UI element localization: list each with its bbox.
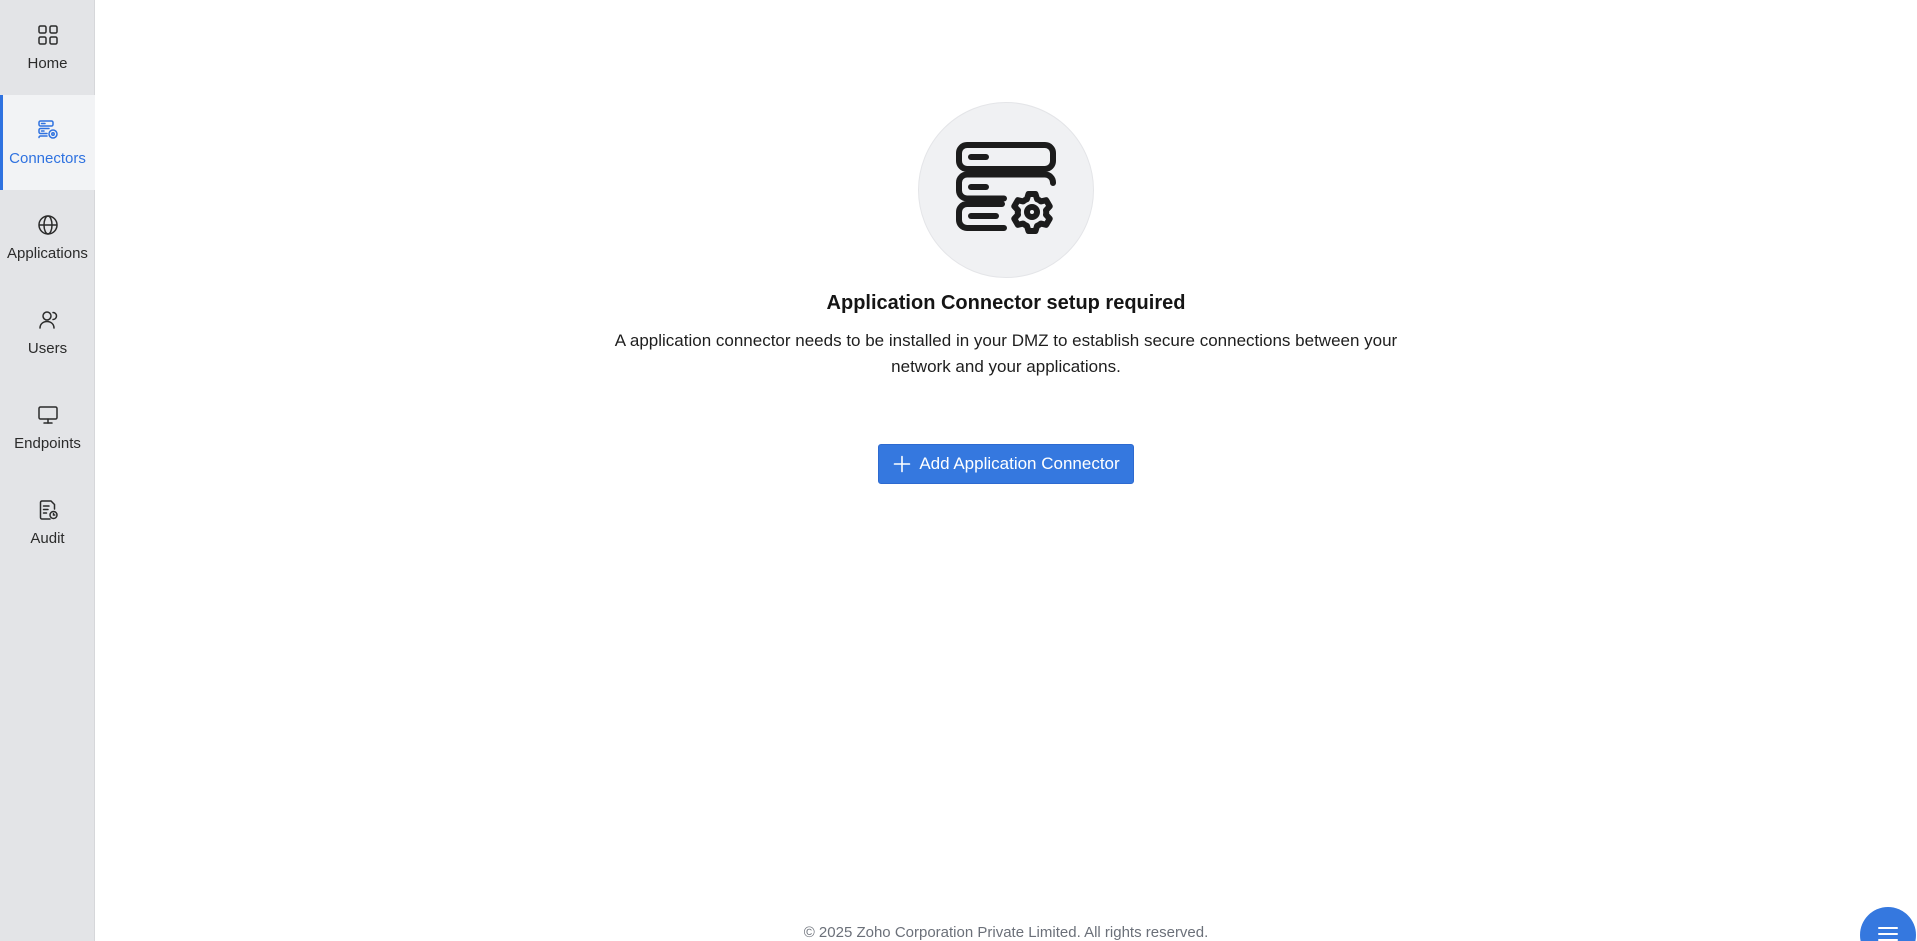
hero-illustration — [918, 102, 1094, 278]
sidebar-item-label: Endpoints — [14, 434, 81, 452]
monitor-icon — [36, 403, 60, 427]
empty-state: Application Connector setup required A a… — [95, 102, 1917, 484]
sidebar-item-users[interactable]: Users — [0, 285, 95, 380]
empty-state-description: A application connector needs to be inst… — [614, 331, 1398, 376]
sidebar-item-label: Applications — [7, 244, 88, 262]
footer-copyright: © 2025 Zoho Corporation Private Limited.… — [803, 924, 1209, 941]
sidebar-item-audit[interactable]: Audit — [0, 475, 95, 570]
audit-report-icon — [36, 498, 60, 522]
app-root: Home Connectors Applications Users Endpo… — [0, 0, 1917, 941]
user-icon — [36, 308, 60, 332]
add-button-label: Add Application Connector — [919, 454, 1120, 473]
add-application-connector-button[interactable]: Add Application Connector — [878, 444, 1134, 484]
sidebar-item-home[interactable]: Home — [0, 0, 95, 95]
sidebar-item-connectors[interactable]: Connectors — [0, 95, 95, 190]
sidebar-item-endpoints[interactable]: Endpoints — [0, 380, 95, 475]
globe-icon — [36, 213, 60, 237]
menu-lines-icon — [1878, 927, 1898, 941]
server-gear-icon — [956, 142, 1056, 234]
sidebar: Home Connectors Applications Users Endpo… — [0, 0, 95, 941]
sidebar-item-applications[interactable]: Applications — [0, 190, 95, 285]
sidebar-item-label: Connectors — [9, 149, 86, 167]
sidebar-item-label: Home — [27, 54, 68, 72]
home-grid-icon — [36, 23, 60, 47]
connectors-icon — [36, 118, 60, 142]
sidebar-item-label: Audit — [30, 529, 65, 547]
main-content: Application Connector setup required A a… — [95, 0, 1917, 941]
empty-state-title: Application Connector setup required — [826, 292, 1186, 314]
sidebar-item-label: Users — [27, 339, 68, 357]
plus-icon — [894, 455, 911, 473]
